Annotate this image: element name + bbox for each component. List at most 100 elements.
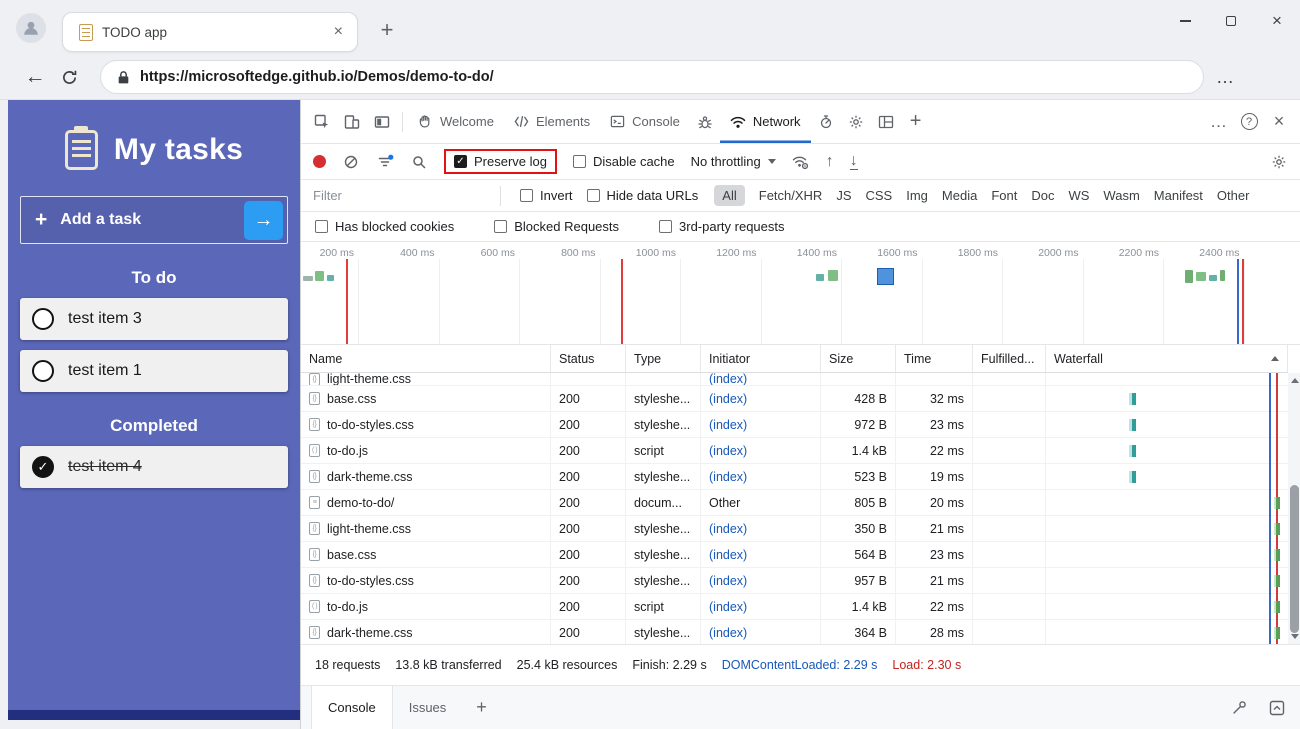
device-emulation-icon[interactable]	[337, 106, 367, 138]
new-tab-button[interactable]: +	[372, 15, 402, 45]
unchecked-circle-icon[interactable]	[32, 308, 54, 330]
import-har-icon[interactable]: ↑	[826, 153, 834, 170]
inspect-icon[interactable]	[307, 106, 337, 138]
expand-drawer-icon[interactable]	[1262, 692, 1292, 724]
export-har-icon[interactable]: ↓	[849, 153, 858, 170]
column-header-fulfilled[interactable]: Fulfilled...	[973, 345, 1046, 372]
column-header-type[interactable]: Type	[626, 345, 701, 372]
filter-chip-css[interactable]: CSS	[866, 188, 893, 203]
url-text[interactable]: https://microsoftedge.github.io/Demos/de…	[140, 69, 494, 85]
browser-tab[interactable]: TODO app ×	[62, 12, 358, 52]
close-devtools-icon[interactable]: ×	[1264, 106, 1294, 138]
network-request-row[interactable]: {} dark-theme.css 200 styleshe... (index) 523…	[301, 464, 1288, 490]
filter-input[interactable]	[313, 188, 481, 203]
layout-panel-icon[interactable]	[871, 106, 901, 138]
browser-menu-icon[interactable]: …	[1216, 67, 1234, 88]
checkbox-unchecked-icon[interactable]	[586, 189, 600, 202]
request-initiator-cell[interactable]: (index)	[701, 386, 821, 411]
address-bar[interactable]: https://microsoftedge.github.io/Demos/de…	[100, 60, 1204, 94]
checkbox-3rd-party-requests[interactable]: 3rd-party requests	[659, 219, 785, 234]
filter-chip-wasm[interactable]: Wasm	[1103, 188, 1139, 203]
add-drawer-tab-icon[interactable]: +	[476, 697, 487, 718]
record-network-log-icon[interactable]	[313, 155, 326, 168]
request-name[interactable]: to-do-styles.css	[327, 418, 414, 432]
back-button[interactable]: ←	[18, 60, 52, 94]
filter-icon[interactable]	[376, 146, 394, 178]
request-name[interactable]: dark-theme.css	[327, 470, 412, 484]
checkbox-unchecked-icon[interactable]	[494, 220, 508, 233]
network-request-row[interactable]: {} dark-theme.css 200 styleshe... (index) 364…	[301, 620, 1288, 644]
network-request-row[interactable]: {} base.css 200 styleshe... (index) 428 B 32 m…	[301, 386, 1288, 412]
network-request-row[interactable]: {} base.css 200 styleshe... (index) 564 B 23 m…	[301, 542, 1288, 568]
add-task-submit-button[interactable]: →	[244, 200, 283, 240]
network-request-row[interactable]: {} light-theme.css (index)	[301, 373, 1288, 386]
drawer-tab-console[interactable]: Console	[311, 686, 393, 729]
invert-checkbox[interactable]: Invert	[520, 188, 573, 203]
minimize-button[interactable]	[1162, 0, 1208, 42]
checkbox-unchecked-icon[interactable]	[315, 220, 328, 233]
unchecked-circle-icon[interactable]	[32, 360, 54, 382]
request-name[interactable]: demo-to-do/	[327, 496, 394, 510]
request-initiator-cell[interactable]: (index)	[701, 412, 821, 437]
add-task-field[interactable]: + Add a task →	[20, 196, 288, 244]
request-initiator-cell[interactable]: (index)	[701, 568, 821, 593]
filter-chip-font[interactable]: Font	[991, 188, 1017, 203]
checkbox-has-blocked-cookies[interactable]: Has blocked cookies	[315, 219, 454, 234]
tab-console[interactable]: Console	[600, 100, 690, 143]
column-header-waterfall[interactable]: Waterfall	[1046, 345, 1288, 372]
scrollbar-thumb[interactable]	[1289, 485, 1299, 633]
bug-icon[interactable]	[690, 106, 720, 138]
network-request-row[interactable]: {} to-do-styles.css 200 styleshe... (index) 9…	[301, 412, 1288, 438]
request-initiator-cell[interactable]: (index)	[701, 620, 821, 644]
network-request-row[interactable]: {} light-theme.css 200 styleshe... (index) 35…	[301, 516, 1288, 542]
checkbox-unchecked-icon[interactable]	[572, 155, 586, 168]
filter-chip-doc[interactable]: Doc	[1031, 188, 1054, 203]
close-window-button[interactable]: ×	[1254, 0, 1300, 42]
column-header-status[interactable]: Status	[551, 345, 626, 372]
request-initiator-cell[interactable]: (index)	[701, 516, 821, 541]
preserve-log-checkbox[interactable]: ✓ Preserve log	[444, 149, 557, 174]
more-options-icon[interactable]: …	[1204, 106, 1234, 138]
filter-chip-media[interactable]: Media	[942, 188, 977, 203]
drawer-tools-icon[interactable]	[1224, 692, 1254, 724]
tab-close-icon[interactable]: ×	[330, 23, 347, 41]
checkbox-checked-icon[interactable]: ✓	[454, 155, 467, 168]
todo-item[interactable]: test item 1	[20, 350, 288, 392]
filter-chip-manifest[interactable]: Manifest	[1154, 188, 1203, 203]
tab-network[interactable]: Network	[720, 100, 811, 143]
request-name[interactable]: base.css	[327, 548, 376, 562]
refresh-button[interactable]	[52, 60, 86, 94]
request-initiator-cell[interactable]: (index)	[701, 373, 821, 385]
profile-avatar[interactable]	[16, 13, 46, 43]
network-settings-gear-icon[interactable]	[1270, 146, 1288, 178]
hide-data-urls-checkbox[interactable]: Hide data URLs	[586, 188, 698, 203]
column-header-time[interactable]: Time	[896, 345, 973, 372]
network-request-row[interactable]: ( ) to-do.js 200 script (index) 1.4 kB 22 ms	[301, 438, 1288, 464]
request-initiator-cell[interactable]: (index)	[701, 438, 821, 463]
checkbox-blocked-requests[interactable]: Blocked Requests	[494, 219, 619, 234]
settings-gear-icon[interactable]	[841, 106, 871, 138]
tab-elements[interactable]: Elements	[504, 100, 600, 143]
filter-chip-js[interactable]: JS	[836, 188, 851, 203]
network-request-row[interactable]: ≡ demo-to-do/200 docum... Other 805 B 20 ms	[301, 490, 1288, 516]
scroll-down-icon[interactable]	[1290, 634, 1299, 639]
filter-chip-other[interactable]: Other	[1217, 188, 1250, 203]
column-header-name[interactable]: Name	[301, 345, 551, 372]
network-request-row[interactable]: ( ) to-do.js 200 script (index) 1.4 kB 22 ms	[301, 594, 1288, 620]
column-header-initiator[interactable]: Initiator	[701, 345, 821, 372]
clear-network-log-icon[interactable]	[342, 146, 360, 178]
maximize-button[interactable]	[1208, 0, 1254, 42]
request-name[interactable]: dark-theme.css	[327, 626, 412, 640]
throttling-select[interactable]: No throttling	[691, 154, 776, 169]
network-conditions-icon[interactable]	[792, 146, 810, 178]
request-name[interactable]: base.css	[327, 392, 376, 406]
dock-side-icon[interactable]	[367, 106, 397, 138]
checkbox-unchecked-icon[interactable]	[520, 189, 533, 202]
tab-welcome[interactable]: Welcome	[408, 100, 504, 143]
request-name[interactable]: light-theme.css	[327, 373, 411, 385]
filter-chip-ws[interactable]: WS	[1068, 188, 1089, 203]
table-scrollbar[interactable]	[1288, 373, 1300, 644]
filter-chip-fetch-xhr[interactable]: Fetch/XHR	[759, 188, 823, 203]
request-initiator-cell[interactable]: (index)	[701, 542, 821, 567]
drawer-tab-issues[interactable]: Issues	[393, 686, 463, 729]
